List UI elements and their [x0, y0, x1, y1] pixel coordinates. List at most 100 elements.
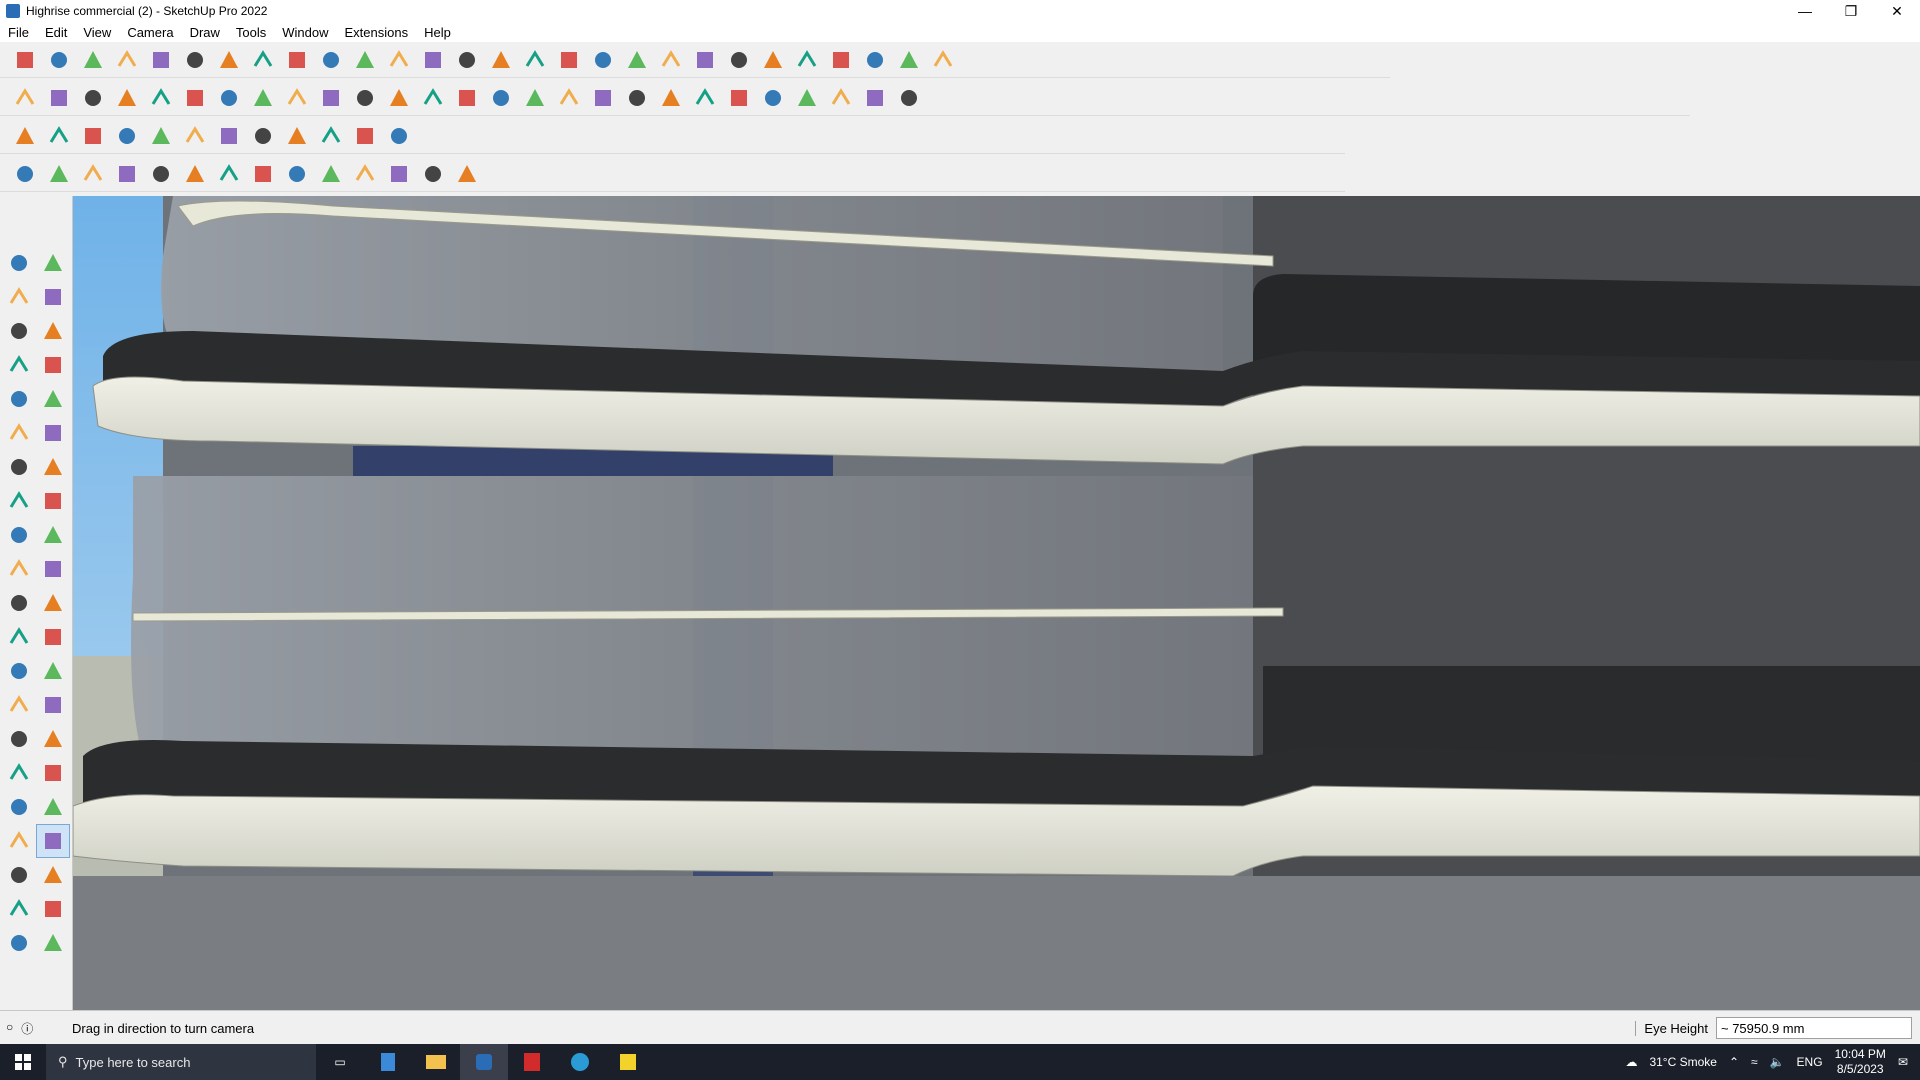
house-button[interactable] — [554, 83, 584, 113]
arc-tool[interactable] — [2, 450, 36, 484]
look-around-tool[interactable] — [36, 824, 70, 858]
notifications-icon[interactable]: ✉ — [1898, 1055, 1908, 1069]
solid-trim-button[interactable] — [180, 83, 210, 113]
warehouse-button[interactable] — [10, 83, 40, 113]
box-button[interactable] — [214, 121, 244, 151]
camera-button[interactable] — [758, 45, 788, 75]
redo-button[interactable] — [928, 45, 958, 75]
sandbox-tool[interactable] — [2, 892, 36, 926]
menu-tools[interactable]: Tools — [228, 25, 274, 40]
polygon-tool[interactable] — [36, 416, 70, 450]
circle-tool[interactable] — [2, 416, 36, 450]
menu-help[interactable]: Help — [416, 25, 459, 40]
orbit-tool[interactable] — [36, 246, 70, 280]
grid-button[interactable] — [180, 121, 210, 151]
scale-tool[interactable] — [2, 586, 36, 620]
select-button[interactable] — [44, 45, 74, 75]
start-button[interactable] — [0, 1044, 46, 1080]
roof-button[interactable] — [384, 159, 414, 189]
text-button[interactable] — [418, 45, 448, 75]
tape-measure-button[interactable] — [384, 45, 414, 75]
follow-me-button[interactable] — [248, 45, 278, 75]
view-back-button[interactable] — [486, 83, 516, 113]
wall-button[interactable] — [316, 159, 346, 189]
menu-view[interactable]: View — [75, 25, 119, 40]
menu-extensions[interactable]: Extensions — [337, 25, 417, 40]
rectangle-button[interactable] — [180, 45, 210, 75]
rounded-corner-button[interactable] — [248, 121, 278, 151]
zoom-extents-button[interactable] — [588, 45, 618, 75]
shape-button[interactable] — [588, 83, 618, 113]
bezier-button[interactable] — [44, 159, 74, 189]
model-viewport[interactable] — [73, 196, 1920, 1010]
curve-button[interactable] — [146, 121, 176, 151]
zoom-button[interactable] — [554, 45, 584, 75]
material-button[interactable] — [78, 83, 108, 113]
zoom-tool[interactable] — [2, 756, 36, 790]
zoom-extents-tool[interactable] — [2, 790, 36, 824]
move-tool[interactable] — [2, 518, 36, 552]
view-right-button[interactable] — [452, 83, 482, 113]
paint-bucket-tool[interactable] — [2, 280, 36, 314]
paint-bucket-button[interactable] — [452, 45, 482, 75]
component-button[interactable] — [44, 83, 74, 113]
line-button[interactable] — [112, 45, 142, 75]
rectangle-tool[interactable] — [2, 382, 36, 416]
info-icon[interactable]: ⓘ — [21, 1020, 33, 1037]
shell-button[interactable] — [214, 159, 244, 189]
menu-window[interactable]: Window — [274, 25, 336, 40]
door-button[interactable] — [452, 159, 482, 189]
task-view-icon[interactable]: ▭ — [316, 1044, 364, 1080]
fredo-scale-button[interactable] — [350, 121, 380, 151]
layers-button[interactable] — [656, 45, 686, 75]
zoom-window-tool[interactable] — [36, 756, 70, 790]
two-point-arc-tool[interactable] — [36, 450, 70, 484]
draw-button[interactable] — [10, 159, 40, 189]
offset-tool[interactable] — [36, 586, 70, 620]
calculator-icon[interactable] — [364, 1044, 412, 1080]
eye-height-input[interactable]: ~ 75950.9 mm — [1716, 1017, 1912, 1039]
tools-button[interactable] — [384, 121, 414, 151]
sketchup-icon[interactable] — [460, 1044, 508, 1080]
outliner-button[interactable] — [724, 45, 754, 75]
loft-button[interactable] — [282, 159, 312, 189]
tape-measure-tool[interactable] — [2, 620, 36, 654]
select-tool[interactable] — [2, 246, 36, 280]
curve-button[interactable] — [622, 83, 652, 113]
undo-button[interactable] — [894, 45, 924, 75]
scale-button[interactable] — [350, 45, 380, 75]
menu-file[interactable]: File — [0, 25, 37, 40]
rotated-rectangle-tool[interactable] — [36, 382, 70, 416]
weather-text[interactable]: 31°C Smoke — [1649, 1055, 1717, 1069]
ellipse-button[interactable] — [724, 83, 754, 113]
rotate-button[interactable] — [316, 45, 346, 75]
loft-button[interactable] — [860, 83, 890, 113]
polygon-button[interactable] — [690, 83, 720, 113]
line-tool[interactable] — [2, 348, 36, 382]
tag-tool[interactable] — [36, 314, 70, 348]
protractor-tool[interactable] — [2, 654, 36, 688]
3d-text-tool[interactable] — [36, 688, 70, 722]
window-button[interactable] — [418, 159, 448, 189]
menu-camera[interactable]: Camera — [119, 25, 181, 40]
orbit-tool[interactable] — [2, 722, 36, 756]
face-button[interactable] — [10, 121, 40, 151]
close-button[interactable]: ✕ — [1874, 0, 1920, 22]
solid-split-button[interactable] — [248, 83, 278, 113]
joint-push-pull-button[interactable] — [316, 121, 346, 151]
styles-tool[interactable] — [36, 926, 70, 960]
chevron-up-icon[interactable]: ⌃ — [1729, 1055, 1739, 1069]
file-explorer-icon[interactable] — [412, 1044, 460, 1080]
three-point-arc-tool[interactable] — [2, 484, 36, 518]
weather-icon[interactable]: ☁ — [1625, 1055, 1637, 1069]
circle-button[interactable] — [656, 83, 686, 113]
view-top-button[interactable] — [384, 83, 414, 113]
view-left-button[interactable] — [520, 83, 550, 113]
axes-tool[interactable] — [2, 688, 36, 722]
view-iso-button[interactable] — [350, 83, 380, 113]
axis-button[interactable] — [860, 45, 890, 75]
parallelogram-button[interactable] — [758, 83, 788, 113]
sandbox-button[interactable] — [622, 45, 652, 75]
view-front-button[interactable] — [418, 83, 448, 113]
sticky-notes-icon[interactable] — [604, 1044, 652, 1080]
